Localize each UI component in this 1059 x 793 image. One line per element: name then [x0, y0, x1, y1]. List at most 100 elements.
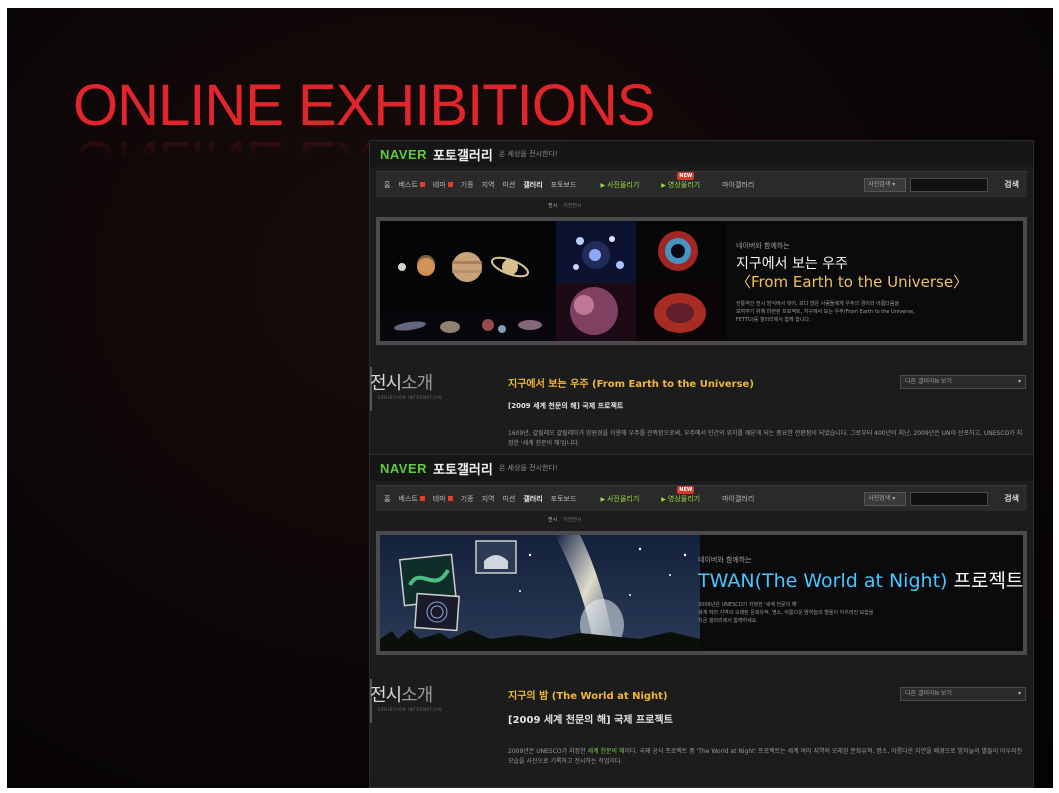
slogan: 온 세상을 전시한다!: [498, 464, 558, 472]
banner-description: 전통적인 전시 방식에서 벗어, 보다 많은 사람들에게 우주의 경이와 아름다…: [736, 300, 1006, 324]
gallery-screenshot-fettu: NAVER 포토갤러리 온 세상을 전시한다! 홈 베스트 테마 기종 지역 미…: [369, 140, 1034, 455]
nav-theme[interactable]: 테마: [433, 494, 453, 504]
exhibition-description: 2009년은 UNESCO가 지정한 세계 천문의 해이다. 국제 공식 프로젝…: [508, 747, 1026, 767]
search-type-select[interactable]: 사진검색 ▾: [864, 491, 907, 506]
gallery-screenshot-twan: NAVER 포토갤러리 온 세상을 전시한다! 홈 베스트 테마 기종 지역 미…: [369, 454, 1034, 788]
night-sky-photos-collage: [380, 535, 700, 651]
nav-gallery[interactable]: 갤러리: [523, 180, 542, 190]
nav-home[interactable]: 홈: [384, 494, 390, 504]
banner-title-ko: 프로젝트: [953, 570, 1024, 592]
nav-photoboard[interactable]: 포토보드: [551, 494, 577, 504]
search-button[interactable]: 검색: [1004, 179, 1019, 190]
new-badge: NEW: [677, 485, 695, 494]
search-type-label: 사진검색: [868, 494, 891, 502]
chevron-down-icon: ▾: [1017, 690, 1021, 697]
nav-best[interactable]: 베스트: [398, 180, 425, 190]
upload-video-link[interactable]: NEW ▶ 영상올리기: [661, 485, 701, 504]
search-input[interactable]: [910, 491, 989, 506]
nav-best[interactable]: 베스트: [398, 494, 425, 504]
nav-photoboard[interactable]: 포토보드: [551, 180, 577, 190]
exhibition-title: 지구에서 보는 우주 (From Earth to the Universe): [508, 379, 754, 390]
nav-gallery[interactable]: 갤러리: [523, 494, 542, 504]
banner-title: TWAN(The World at Night) 프로젝트: [698, 569, 1023, 593]
play-icon: ▶: [600, 181, 606, 189]
banner-title-en: TWAN(The World at Night): [698, 570, 948, 592]
space-photos-collage: [380, 221, 726, 341]
brand-bar: NAVER 포토갤러리 온 세상을 전시한다!: [370, 455, 1033, 481]
intro-heading: 전시소개: [370, 681, 433, 707]
nav-region[interactable]: 지역: [482, 180, 495, 190]
banner-title-ko: 지구에서 보는 우주: [736, 256, 848, 272]
search-button[interactable]: 검색: [1004, 493, 1019, 504]
play-icon: ▶: [600, 495, 606, 503]
exhibition-banner[interactable]: 네이버와 함께하는 TWAN(The World at Night) 프로젝트 …: [376, 531, 1027, 655]
new-badge: NEW: [677, 171, 695, 180]
exhibition-description: 1609년, 갈릴레오 갈릴레이가 망원경을 이용해 우주를 관측함으로써, 우…: [508, 430, 1023, 447]
subnav-previous[interactable]: 이전전시: [563, 516, 581, 523]
brand-bar: NAVER 포토갤러리 온 세상을 전시한다!: [370, 141, 1033, 167]
upload-video-label: 영상올리기: [667, 494, 701, 503]
new-dot-icon: [447, 496, 453, 501]
nav-mission[interactable]: 미션: [502, 494, 515, 504]
intro-heading-thin: 소개: [401, 373, 433, 394]
intro-heading-strong: 전시: [370, 373, 402, 394]
main-nav: 홈 베스트 테마 기종 지역 미션 갤러리 포토보드 ▶ 사진올리기 NEW ▶ 영상…: [376, 485, 1027, 511]
banner-text: 네이버와 함께하는 TWAN(The World at Night) 프로젝트 …: [698, 555, 1023, 625]
upload-photo-link[interactable]: ▶ 사진올리기: [600, 180, 639, 190]
nav-home[interactable]: 홈: [384, 180, 390, 190]
nav-theme[interactable]: 테마: [433, 180, 453, 190]
banner-desc-line: 2009년은 UNESCO가 지정한 '세계 천문의 해': [698, 602, 798, 608]
subnav-current[interactable]: 전시: [548, 516, 557, 523]
subnav-previous[interactable]: 이전전시: [563, 202, 581, 209]
my-gallery-link[interactable]: 마이갤러리: [722, 180, 754, 190]
other-gallery-label: 다른 갤러리N 보기: [905, 690, 952, 697]
exhibition-subtitle: [2009 세계 천문의 해] 국제 프로젝트: [508, 715, 673, 726]
search-input[interactable]: [910, 177, 989, 192]
nav-camera[interactable]: 기종: [461, 180, 474, 190]
upload-video-label: 영상올리기: [667, 180, 701, 189]
play-icon: ▶: [661, 495, 666, 503]
banner-desc-line: 세계 여러 지역의 오래된 문화유적, 명소, 아름다운 밤하늘의 별들이 어우…: [698, 610, 874, 616]
new-dot-icon: [419, 182, 425, 187]
naver-logo[interactable]: NAVER: [380, 461, 427, 476]
banner-description: 2009년은 UNESCO가 지정한 '세계 천문의 해' 세계 여러 지역의 …: [698, 601, 968, 625]
intro-heading-sub: EXHIBITION INFORMATION: [378, 707, 442, 712]
intro-heading-thin: 소개: [401, 685, 433, 706]
search-type-label: 사진검색: [868, 180, 891, 188]
upload-photo-label: 사진올리기: [607, 180, 640, 189]
other-gallery-select[interactable]: 다른 갤러리N 보기 ▾: [900, 687, 1026, 701]
banner-desc-line: 지금 갤러리에서 함께하세요.: [698, 618, 758, 624]
search-type-select[interactable]: 사진검색 ▾: [864, 177, 907, 192]
other-gallery-label: 다른 갤러리N 보기: [905, 378, 952, 385]
nav-camera[interactable]: 기종: [461, 494, 474, 504]
subnav-current[interactable]: 전시: [548, 202, 557, 209]
exhibition-intro: 전시소개 EXHIBITION INFORMATION 지구의 밤 (The W…: [370, 665, 1033, 775]
banner-title-en: 〈From Earth to the Universe〉: [736, 273, 969, 291]
play-icon: ▶: [661, 181, 666, 189]
naver-logo[interactable]: NAVER: [380, 147, 427, 162]
description-highlight-link[interactable]: 세계 천문의 해: [588, 748, 625, 755]
intro-heading-sub: EXHIBITION INFORMATION: [378, 395, 442, 400]
search-area: 사진검색 ▾ 검색: [864, 177, 1019, 192]
nav-mission[interactable]: 미션: [502, 180, 515, 190]
chevron-down-icon: ▾: [1017, 378, 1021, 385]
nav-region[interactable]: 지역: [482, 494, 495, 504]
my-gallery-link[interactable]: 마이갤러리: [722, 494, 754, 504]
gallery-name[interactable]: 포토갤러리: [433, 145, 493, 164]
intro-heading-strong: 전시: [370, 685, 402, 706]
sub-nav: 전시 이전전시: [370, 197, 1033, 213]
upload-video-link[interactable]: NEW ▶ 영상올리기: [661, 171, 701, 190]
banner-desc-line: 보여주기 위해 마련된 프로젝트, 지구에서 보는 우주(From Earth …: [736, 309, 915, 315]
banner-eyebrow: 네이버와 함께하는: [698, 556, 752, 564]
banner-desc-line: FETTU)를 갤러리에서 함께 합니다.: [736, 317, 811, 323]
upload-photo-link[interactable]: ▶ 사진올리기: [600, 494, 639, 504]
sub-nav: 전시 이전전시: [370, 511, 1033, 527]
exhibition-subtitle: [2009 세계 천문의 해] 국제 프로젝트: [508, 402, 624, 410]
nav-best-label: 베스트: [398, 180, 418, 189]
search-area: 사진검색 ▾ 검색: [864, 491, 1019, 506]
gallery-name[interactable]: 포토갤러리: [433, 459, 493, 478]
other-gallery-select[interactable]: 다른 갤러리N 보기 ▾: [900, 375, 1026, 389]
nav-best-label: 베스트: [398, 494, 418, 503]
nav-theme-label: 테마: [432, 494, 446, 503]
exhibition-banner[interactable]: 네이버와 함께하는 지구에서 보는 우주 〈From Earth to the …: [376, 217, 1027, 345]
